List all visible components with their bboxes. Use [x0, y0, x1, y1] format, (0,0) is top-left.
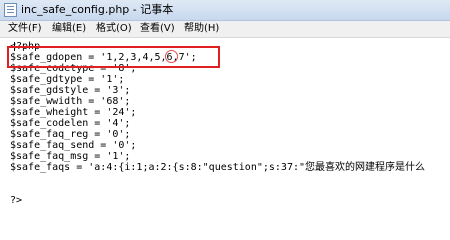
window-title: inc_safe_config.php - 记事本	[21, 3, 174, 16]
menu-bar: 文件(F) 编辑(E) 格式(O) 查看(V) 帮助(H)	[0, 21, 450, 38]
text-caret	[14, 42, 15, 51]
title-bar[interactable]: inc_safe_config.php - 记事本	[0, 0, 450, 21]
code-line-safe-faqs: $safe_faqs = 'a:4:{i:1;a:2:{s:8:"questio…	[10, 162, 426, 173]
menu-format[interactable]: 格式(O)	[96, 21, 132, 37]
menu-view[interactable]: 查看(V)	[140, 21, 175, 37]
notepad-icon	[4, 3, 17, 17]
menu-edit[interactable]: 编辑(E)	[52, 21, 86, 37]
notepad-window: inc_safe_config.php - 记事本 文件(F) 编辑(E) 格式…	[0, 0, 450, 219]
code-line-php-close: ?>	[10, 195, 23, 206]
menu-help[interactable]: 帮助(H)	[184, 21, 219, 37]
menu-file[interactable]: 文件(F)	[8, 21, 42, 37]
